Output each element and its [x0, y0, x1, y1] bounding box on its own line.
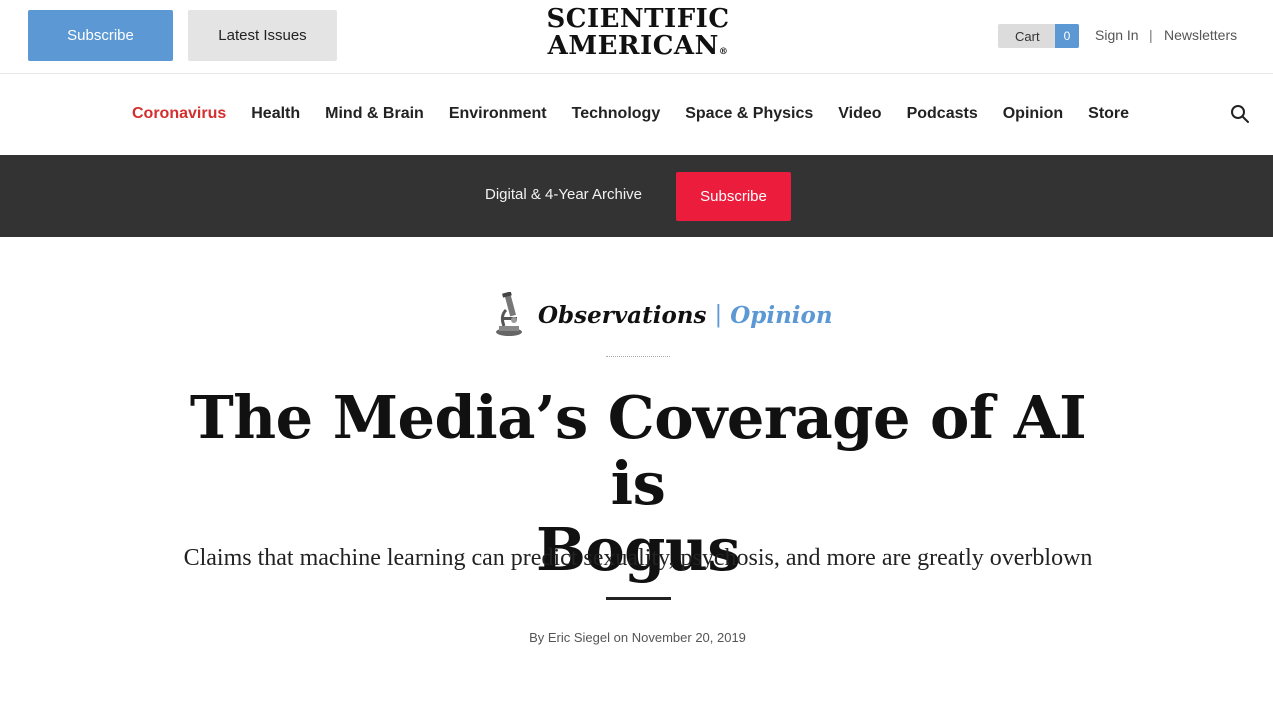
newsletters-link[interactable]: Newsletters — [1164, 27, 1237, 43]
article-title-line-1: The Media’s Coverage of AI is — [189, 383, 1087, 518]
nav-item-health[interactable]: Health — [251, 105, 300, 123]
dotted-divider — [606, 356, 670, 357]
top-bar: Subscribe Latest Issues SCIENTIFIC AMERI… — [0, 0, 1273, 74]
byline-prefix: By — [529, 630, 545, 645]
nav-item-opinion[interactable]: Opinion — [1003, 105, 1063, 123]
logo-line-2-text: AMERICAN — [547, 31, 719, 61]
subscribe-button[interactable]: Subscribe — [28, 10, 173, 61]
publish-date: November 20, 2019 — [631, 630, 746, 645]
title-rule — [606, 597, 671, 600]
site-logo[interactable]: SCIENTIFIC AMERICAN® — [530, 6, 746, 66]
nav-item-environment[interactable]: Environment — [449, 105, 547, 123]
header-separator: | — [1149, 27, 1153, 43]
nav-items: Coronavirus Health Mind & Brain Environm… — [132, 105, 1154, 123]
column-type: Opinion — [730, 301, 833, 329]
column-label[interactable]: Observations | Opinion — [494, 292, 833, 338]
logo-line-2: AMERICAN® — [530, 33, 746, 66]
logo-line-1: SCIENTIFIC — [546, 4, 730, 34]
nav-item-store[interactable]: Store — [1088, 105, 1129, 123]
cart-count-badge: 0 — [1055, 24, 1079, 48]
nav-item-coronavirus[interactable]: Coronavirus — [132, 105, 226, 123]
microscope-icon — [496, 292, 522, 336]
date-prefix: on — [613, 630, 629, 645]
nav-item-mind-brain[interactable]: Mind & Brain — [325, 105, 424, 123]
author-link[interactable]: Eric Siegel — [548, 630, 610, 645]
byline: By Eric Siegel on November 20, 2019 — [0, 630, 1273, 645]
nav-item-podcasts[interactable]: Podcasts — [907, 105, 978, 123]
article-dek: Claims that machine learning can predict… — [183, 545, 1093, 571]
cart-label: Cart — [1015, 28, 1040, 44]
logo-registered-mark: ® — [718, 47, 729, 57]
column-separator: | — [714, 302, 723, 328]
promo-subscribe-button[interactable]: Subscribe — [676, 172, 791, 221]
sign-in-link[interactable]: Sign In — [1095, 27, 1139, 43]
latest-issues-button[interactable]: Latest Issues — [188, 10, 337, 61]
nav-item-space-physics[interactable]: Space & Physics — [685, 105, 813, 123]
cart-button[interactable]: Cart 0 — [998, 24, 1079, 48]
promo-text: Digital & 4-Year Archive — [485, 186, 643, 203]
nav-item-video[interactable]: Video — [838, 105, 881, 123]
nav-item-technology[interactable]: Technology — [572, 105, 661, 123]
subscription-promo-banner: Digital & 4-Year Archive Subscribe — [0, 155, 1273, 237]
search-icon[interactable] — [1230, 104, 1250, 124]
column-name: Observations — [538, 301, 707, 329]
main-nav: Coronavirus Health Mind & Brain Environm… — [0, 74, 1273, 154]
